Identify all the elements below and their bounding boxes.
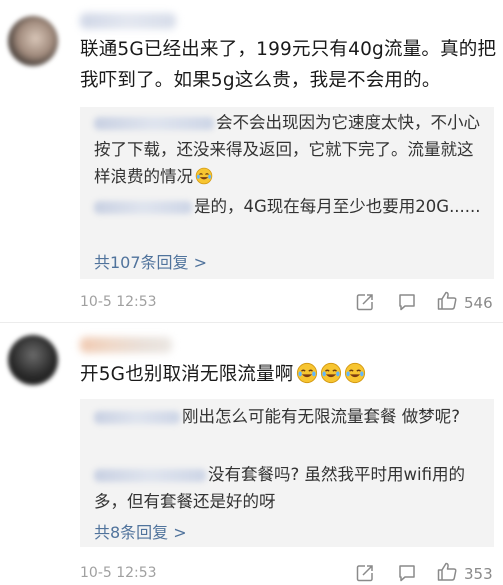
like-count: 353 [464,565,493,583]
laugh-cry-emoji-icon [344,362,365,384]
reply-username-redacted[interactable] [94,201,192,214]
more-replies-link[interactable]: 共8条回复 > [94,519,187,543]
reply-1[interactable]: 刚出怎么可能有无限流量套餐 做梦呢? [94,403,486,430]
more-replies-link[interactable]: 共107条回复 > [94,249,207,273]
reply-2[interactable]: 是的，4G现在每月至少也要用20G...... [94,193,486,220]
comment-text-content: 开5G也别取消无限流量啊 [80,364,294,385]
laugh-cry-emoji-icon [195,167,213,185]
user-avatar[interactable] [8,16,58,66]
reply-username-redacted[interactable] [94,469,206,482]
replies-box[interactable]: 刚出怎么可能有无限流量套餐 做梦呢? 没有套餐吗? 虽然我平时用wifi用的多，… [80,399,494,547]
username-redacted[interactable] [80,337,172,353]
replies-box[interactable]: 会不会出现因为它速度太快，不小心按了下载，还没来得及返回，它就下完了。流量就这样… [80,107,494,279]
comment-text: 联通5G已经出来了，199元只有40g流量。真的把我吓到了。如果5g这么贵，我是… [80,39,497,91]
reply-username-redacted[interactable] [94,411,180,424]
reply-1[interactable]: 会不会出现因为它速度太快，不小心按了下载，还没来得及返回，它就下完了。流量就这样… [94,109,486,190]
laugh-cry-emoji-icon [296,362,317,384]
comment-icon[interactable] [397,563,417,583]
like-icon[interactable] [436,561,458,583]
comment-time: 10-5 12:53 [80,565,157,581]
comment-text: 开5G也别取消无限流量啊 [80,359,498,390]
like-count: 546 [464,294,493,312]
username-redacted[interactable] [80,13,176,29]
comment-time: 10-5 12:53 [80,294,157,310]
reply-text: 刚出怎么可能有无限流量套餐 做梦呢? [182,407,461,426]
reply-2[interactable]: 没有套餐吗? 虽然我平时用wifi用的多，但有套餐还是好的呀 [94,461,486,515]
laugh-cry-emoji-icon [320,362,341,384]
share-icon[interactable] [355,563,375,583]
comment-2: 开5G也别取消无限流量啊 刚出怎么可能有无限流量套餐 做梦呢? 没有套餐吗? 虽… [0,323,503,585]
comment-icon[interactable] [397,292,417,312]
user-avatar[interactable] [8,335,58,385]
reply-username-redacted[interactable] [94,117,214,130]
like-icon[interactable] [436,290,458,312]
reply-text: 是的，4G现在每月至少也要用20G...... [194,197,481,216]
share-icon[interactable] [355,292,375,312]
comment-1: 联通5G已经出来了，199元只有40g流量。真的把我吓到了。如果5g这么贵，我是… [0,0,503,320]
